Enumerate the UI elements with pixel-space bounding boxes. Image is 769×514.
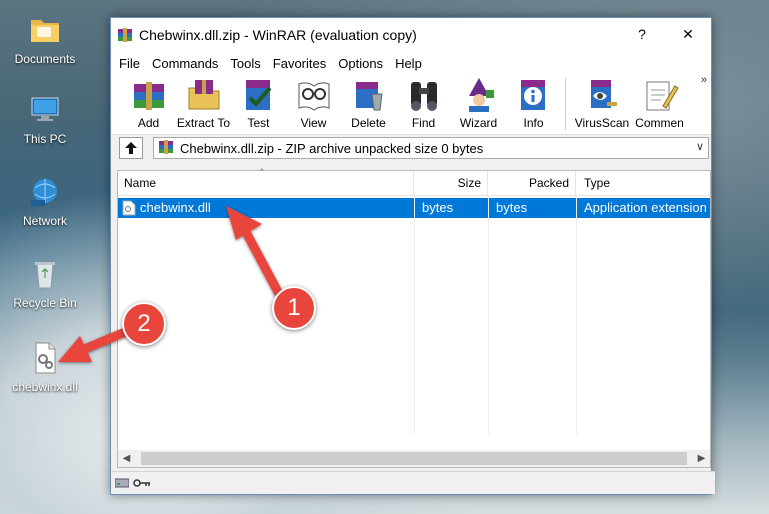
arrow-2 bbox=[58, 325, 135, 362]
arrow-1 bbox=[226, 206, 283, 297]
annotation-arrows bbox=[58, 206, 283, 362]
step-badge-1: 1 bbox=[272, 286, 316, 330]
step-badge-2: 2 bbox=[122, 302, 166, 346]
